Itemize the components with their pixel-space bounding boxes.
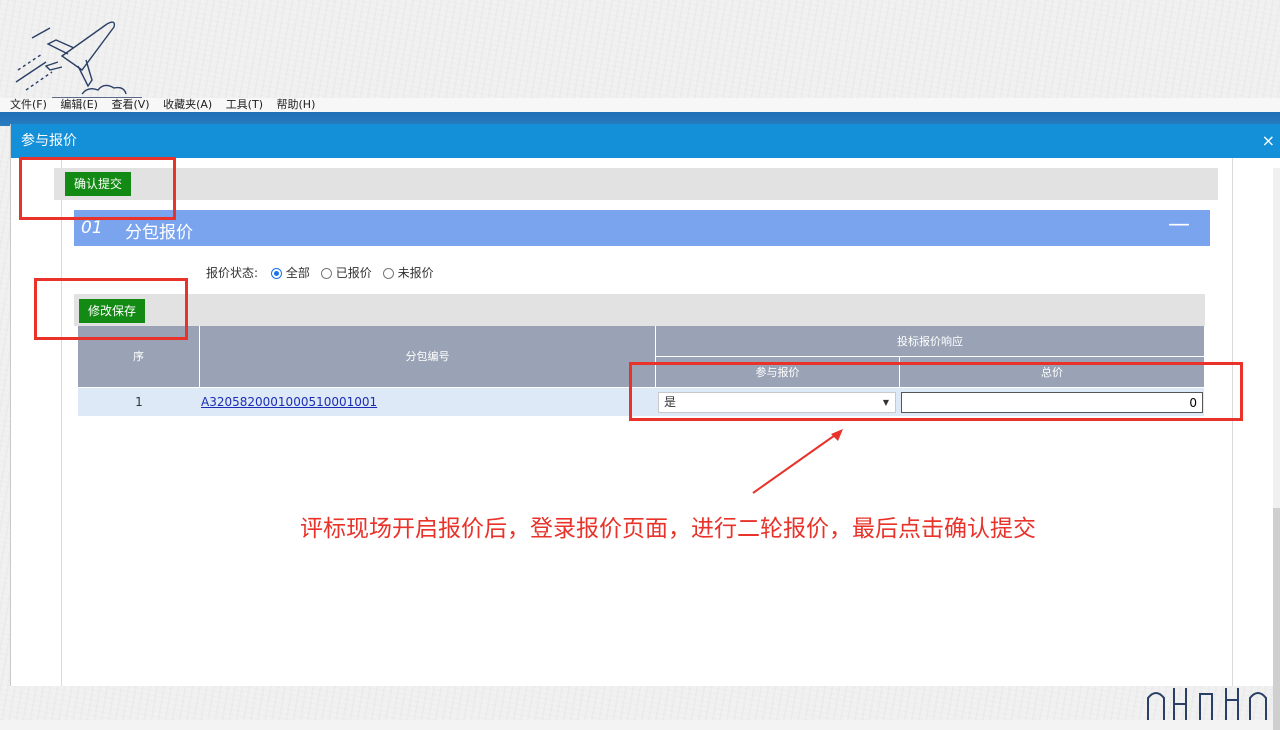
highlight-save <box>34 278 188 340</box>
radio-all[interactable]: 全部 <box>270 266 310 280</box>
building-logo-icon <box>1147 688 1267 720</box>
airplane-icon <box>15 21 142 99</box>
menu-edit[interactable]: 编辑(E) <box>60 98 98 111</box>
browser-menubar: 文件(F) 编辑(E) 查看(V) 收藏夹(A) 工具(T) 帮助(H) <box>0 98 1280 112</box>
section-number: 01 <box>81 218 103 238</box>
highlight-confirm <box>19 157 176 220</box>
collapse-icon[interactable]: — <box>1168 212 1190 237</box>
header-package-no: 分包编号 <box>200 326 656 388</box>
instruction-annotation: 评标现场开启报价后，登录报价页面，进行二轮报价，最后点击确认提交 <box>300 516 1036 542</box>
menu-favorites[interactable]: 收藏夹(A) <box>163 98 212 111</box>
table-toolbar <box>74 294 1205 326</box>
menu-view[interactable]: 查看(V) <box>111 98 149 111</box>
package-number-link[interactable]: A320582000100051000100‌1 <box>201 388 377 416</box>
scrollbar[interactable] <box>1273 168 1280 730</box>
top-toolbar <box>54 168 1218 200</box>
dialog-titlebar: 参与报价 × <box>11 124 1280 158</box>
scrollbar-thumb[interactable] <box>1273 508 1280 730</box>
menu-tools[interactable]: 工具(T) <box>226 98 263 111</box>
header-bid-response: 投标报价响应 <box>656 326 1204 357</box>
radio-selected-icon[interactable] <box>270 268 282 279</box>
section-title: 分包报价 <box>125 223 193 243</box>
status-filter: 报价状态: 全部 已报价 未报价 <box>206 265 441 281</box>
radio-icon[interactable] <box>382 268 394 279</box>
close-icon[interactable]: × <box>1262 124 1275 158</box>
radio-quoted[interactable]: 已报价 <box>320 266 372 280</box>
cell-seq: 1 <box>135 395 143 409</box>
radio-unquoted[interactable]: 未报价 <box>382 266 434 280</box>
menu-help[interactable]: 帮助(H) <box>277 98 316 111</box>
dialog-title: 参与报价 <box>21 133 77 149</box>
radio-icon[interactable] <box>320 268 332 279</box>
annotation-arrow-icon <box>752 429 843 494</box>
menu-file[interactable]: 文件(F) <box>10 98 47 111</box>
section-header: 01 分包报价 — <box>74 210 1210 246</box>
highlight-price-fields <box>629 362 1243 421</box>
status-filter-label: 报价状态: <box>206 266 259 280</box>
